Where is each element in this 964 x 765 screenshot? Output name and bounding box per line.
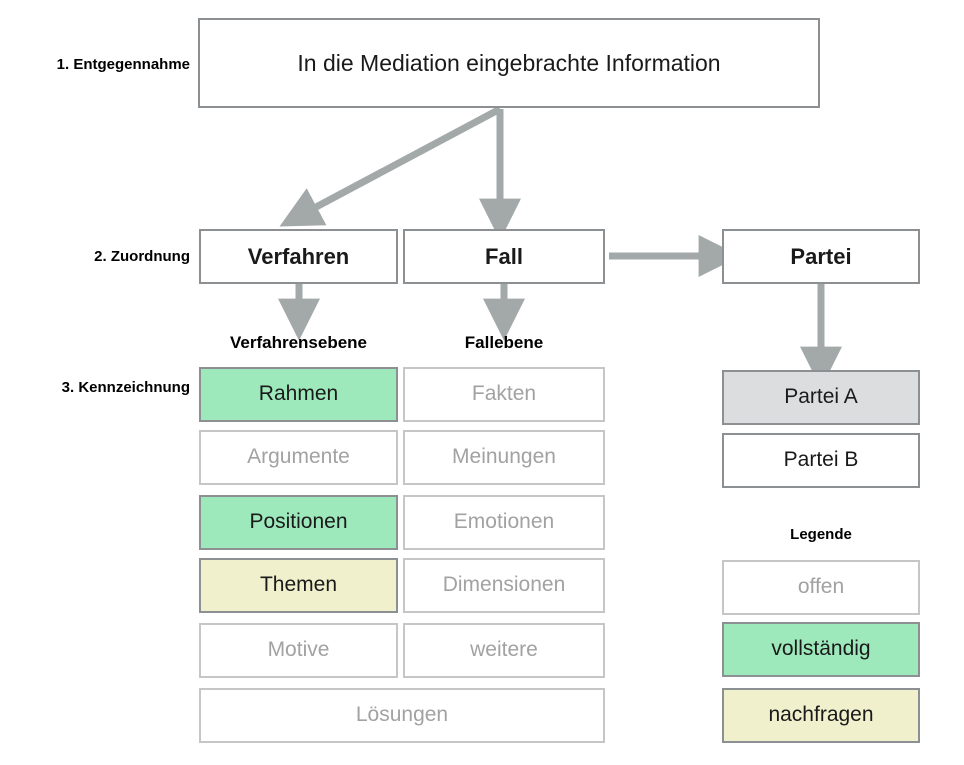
diagram-canvas: 1. Entgegennahme 2. Zuordnung 3. Kennzei… [0, 0, 964, 765]
item-emotionen[interactable]: Emotionen [403, 495, 605, 550]
legend-item-nachfragen: nachfragen [722, 688, 920, 743]
item-fakten[interactable]: Fakten [403, 367, 605, 422]
item-dimensionen[interactable]: Dimensionen [403, 558, 605, 613]
legend-item-offen: offen [722, 560, 920, 615]
column-label-verfahrensebene: Verfahrensebene [229, 333, 367, 352]
item-weitere[interactable]: weitere [403, 623, 605, 678]
info-box[interactable]: In die Mediation eingebrachte Informatio… [198, 18, 820, 108]
column-label-fallebene: Fallebene [464, 333, 544, 352]
stage-label-entgegennahme: 1. Entgegennahme [56, 56, 190, 73]
legend-item-vollstaendig: vollständig [722, 622, 920, 677]
stage-label-zuordnung: 2. Zuordnung [94, 248, 190, 265]
legend-title: Legende [790, 526, 852, 543]
item-themen[interactable]: Themen [199, 558, 398, 613]
arrow-info-to-verfahren [279, 105, 502, 227]
item-positionen[interactable]: Positionen [199, 495, 398, 550]
item-loesungen[interactable]: Lösungen [199, 688, 605, 743]
entity-box-partei[interactable]: Partei [722, 229, 920, 284]
stage-label-kennzeichnung: 3. Kennzeichnung [61, 379, 190, 396]
entity-box-fall[interactable]: Fall [403, 229, 605, 284]
item-meinungen[interactable]: Meinungen [403, 430, 605, 485]
item-partei-a[interactable]: Partei A [722, 370, 920, 425]
entity-box-verfahren[interactable]: Verfahren [199, 229, 398, 284]
item-argumente[interactable]: Argumente [199, 430, 398, 485]
item-rahmen[interactable]: Rahmen [199, 367, 398, 422]
item-partei-b[interactable]: Partei B [722, 433, 920, 488]
item-motive[interactable]: Motive [199, 623, 398, 678]
